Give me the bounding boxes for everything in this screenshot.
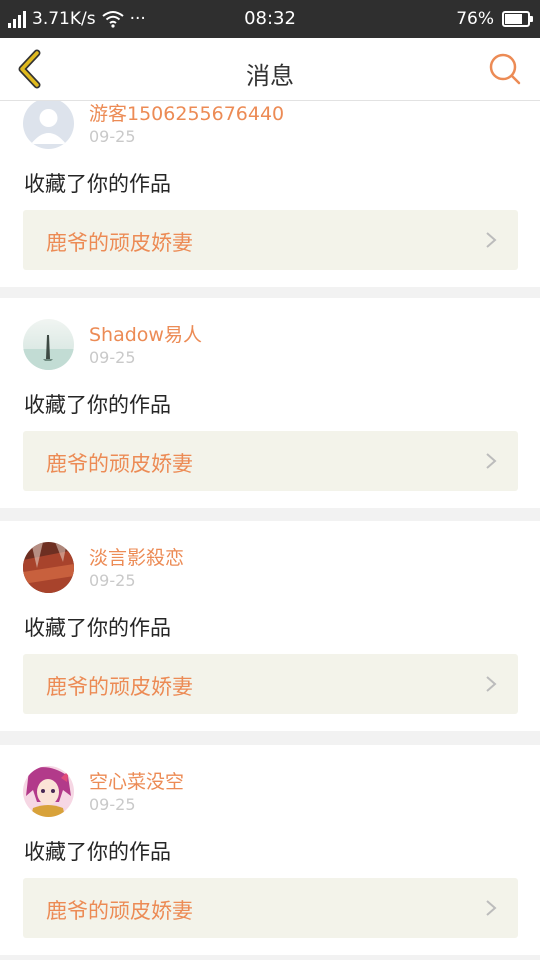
chevron-left-icon[interactable] bbox=[10, 48, 52, 90]
avatar[interactable] bbox=[23, 319, 74, 370]
action-text: 收藏了你的作品 bbox=[24, 840, 171, 864]
message-date: 09-25 bbox=[89, 795, 136, 814]
status-right: 76% bbox=[456, 7, 533, 31]
chevron-right-icon bbox=[486, 900, 497, 916]
chevron-right-icon bbox=[486, 453, 497, 469]
username[interactable]: 淡言影殺恋 bbox=[89, 543, 184, 570]
work-link[interactable]: 鹿爷的顽皮娇妻 bbox=[23, 431, 518, 491]
status-bar: 3.71K/s ··· 08:32 76% bbox=[0, 0, 540, 38]
work-title: 鹿爷的顽皮娇妻 bbox=[46, 675, 193, 699]
message-date: 09-25 bbox=[89, 348, 136, 367]
battery-icon bbox=[502, 11, 533, 27]
avatar[interactable] bbox=[23, 766, 74, 817]
chevron-right-icon bbox=[486, 232, 497, 248]
message-card: Shadow易人 09-25 收藏了你的作品 鹿爷的顽皮娇妻 bbox=[0, 298, 540, 508]
message-card: 空心菜没空 09-25 收藏了你的作品 鹿爷的顽皮娇妻 bbox=[0, 745, 540, 955]
action-text: 收藏了你的作品 bbox=[24, 172, 171, 196]
action-text: 收藏了你的作品 bbox=[24, 616, 171, 640]
work-link[interactable]: 鹿爷的顽皮娇妻 bbox=[23, 654, 518, 714]
battery-percent: 76% bbox=[456, 9, 494, 29]
username[interactable]: 空心菜没空 bbox=[89, 767, 184, 794]
search-icon[interactable] bbox=[486, 50, 524, 88]
message-card: 淡言影殺恋 09-25 收藏了你的作品 鹿爷的顽皮娇妻 bbox=[0, 521, 540, 731]
message-card: 游客1506255676440 09-25 收藏了你的作品 鹿爷的顽皮娇妻 bbox=[0, 77, 540, 287]
avatar[interactable] bbox=[23, 542, 74, 593]
work-title: 鹿爷的顽皮娇妻 bbox=[46, 899, 193, 923]
work-link[interactable]: 鹿爷的顽皮娇妻 bbox=[23, 210, 518, 270]
username[interactable]: Shadow易人 bbox=[89, 320, 202, 347]
message-date: 09-25 bbox=[89, 571, 136, 590]
username[interactable]: 游客1506255676440 bbox=[89, 99, 284, 126]
battery-level bbox=[505, 14, 522, 24]
work-link[interactable]: 鹿爷的顽皮娇妻 bbox=[23, 878, 518, 938]
page-title: 消息 bbox=[246, 62, 294, 90]
avatar[interactable] bbox=[23, 98, 74, 149]
chevron-right-icon bbox=[486, 676, 497, 692]
nav-bar: 消息 bbox=[0, 38, 540, 101]
work-title: 鹿爷的顽皮娇妻 bbox=[46, 231, 193, 255]
message-date: 09-25 bbox=[89, 127, 136, 146]
work-title: 鹿爷的顽皮娇妻 bbox=[46, 452, 193, 476]
action-text: 收藏了你的作品 bbox=[24, 393, 171, 417]
